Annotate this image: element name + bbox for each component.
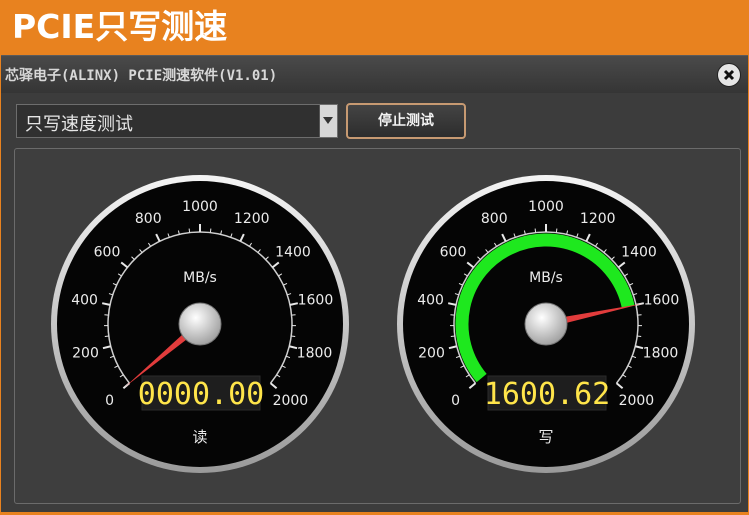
gauge-readout: 1600.62 — [484, 377, 610, 412]
gauge-tick-label: 1000 — [182, 199, 218, 215]
gauge-tick-label: 400 — [71, 292, 98, 308]
gauge-minor-tick — [450, 335, 455, 338]
gauge-tick-label: 1800 — [297, 346, 333, 362]
gauge-tick-label: 1600 — [298, 292, 334, 308]
dropdown-button[interactable] — [319, 105, 337, 137]
gauge-tick-label: 600 — [94, 244, 121, 260]
gauge-unit-label: MB/s — [183, 270, 217, 286]
gauge-unit-label: MB/s — [529, 270, 563, 286]
gauge-tick-label: 800 — [135, 211, 162, 227]
test-mode-value: 只写速度测试 — [25, 114, 133, 135]
gauge-tick-label: 1800 — [643, 346, 679, 362]
gauge-tick-label: 800 — [481, 211, 508, 227]
gauge-tick-label: 2000 — [619, 393, 655, 409]
gauge-title: 读 — [192, 428, 207, 446]
banner: PCIE只写测速 — [0, 0, 749, 54]
gauge-tick-label: 0 — [451, 393, 460, 409]
gauge-tick-label: 1600 — [644, 292, 680, 308]
stop-test-button[interactable]: 停止测试 — [346, 103, 466, 139]
gauge-tick-label: 1200 — [234, 211, 270, 227]
gauge-readout: 0000.00 — [138, 377, 264, 412]
close-button[interactable] — [717, 63, 741, 87]
gauge-tick-label: 2000 — [273, 393, 309, 409]
gauge-tick-label: 200 — [72, 346, 99, 362]
gauge-tick-label: 1200 — [580, 211, 616, 227]
gauge-hub — [524, 302, 568, 346]
gauge-minor-tick — [291, 335, 296, 338]
banner-title: PCIE只写测速 — [12, 7, 228, 46]
gauge-tick-label: 0 — [105, 393, 114, 409]
gauge-tick-label: 400 — [417, 292, 444, 308]
gauge-tick-label: 1000 — [528, 199, 564, 215]
gauge-tick-label: 200 — [418, 346, 445, 362]
gauge-tick-label: 600 — [440, 244, 467, 260]
read-speed-gauge: 0 200 400 600 800 1000 1200 1400 1600 1800 2000 MB/… — [51, 175, 349, 473]
gauge-tick-label: 1400 — [621, 244, 657, 260]
window-title: 芯驿电子(ALINX) PCIE测速软件(V1.01) — [5, 68, 278, 84]
gauge-minor-tick — [637, 335, 642, 338]
gauge-hub — [178, 302, 222, 346]
gauge-minor-tick — [104, 335, 109, 338]
chevron-down-icon — [323, 117, 333, 124]
title-bar: 芯驿电子(ALINX) PCIE测速软件(V1.01) — [1, 56, 748, 93]
close-icon — [723, 69, 735, 81]
gauge-title: 写 — [538, 428, 553, 446]
gauge-tick-label: 1400 — [275, 244, 311, 260]
write-speed-gauge: 0 200 400 600 800 1000 1200 1400 1600 1800 2000 MB/… — [397, 175, 695, 473]
test-mode-select[interactable]: 只写速度测试 — [16, 104, 338, 138]
